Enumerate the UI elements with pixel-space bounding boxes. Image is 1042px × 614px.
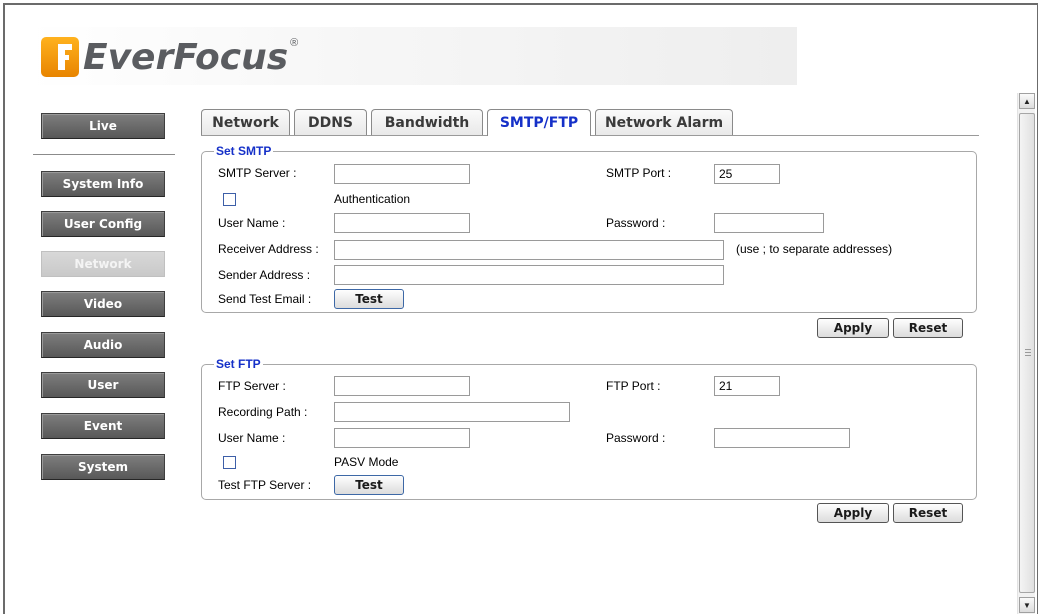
pasv-mode-checkbox[interactable]: [223, 456, 236, 469]
smtp-server-input[interactable]: [334, 164, 470, 184]
grip-line: [1025, 349, 1031, 350]
tab-network-alarm[interactable]: Network Alarm: [595, 109, 733, 135]
sidebar-item-audio[interactable]: Audio: [41, 332, 165, 358]
smtp-password-input[interactable]: [714, 213, 824, 233]
ftp-reset-button[interactable]: Reset: [893, 503, 963, 523]
smtp-reset-button[interactable]: Reset: [893, 318, 963, 338]
sidebar-item-live[interactable]: Live: [41, 113, 165, 139]
smtp-password-label: Password :: [606, 216, 666, 230]
ftp-legend: Set FTP: [214, 357, 263, 371]
recording-path-input[interactable]: [334, 402, 570, 422]
scroll-down-arrow-icon[interactable]: ▼: [1019, 597, 1035, 613]
scroll-up-arrow-icon[interactable]: ▲: [1019, 93, 1035, 109]
sidebar-item-event[interactable]: Event: [41, 413, 165, 439]
tab-smtp-ftp[interactable]: SMTP/FTP: [487, 109, 591, 136]
sidebar-item-network[interactable]: Network: [41, 251, 165, 277]
sender-address-label: Sender Address :: [218, 268, 311, 282]
sidebar-divider: [33, 154, 175, 155]
tab-bandwidth[interactable]: Bandwidth: [371, 109, 483, 135]
smtp-port-label: SMTP Port :: [606, 166, 672, 180]
ftp-server-label: FTP Server :: [218, 379, 286, 393]
smtp-legend: Set SMTP: [214, 144, 274, 158]
receiver-address-hint: (use ; to separate addresses): [736, 242, 893, 256]
sidebar-item-video[interactable]: Video: [41, 291, 165, 317]
sidebar-item-user-config[interactable]: User Config: [41, 211, 165, 237]
authentication-label: Authentication: [334, 192, 411, 206]
ftp-password-label: Password :: [606, 431, 666, 445]
smtp-port-input[interactable]: [714, 164, 780, 184]
ftp-username-input[interactable]: [334, 428, 470, 448]
everfocus-logo: EverFocus ®: [41, 35, 298, 79]
ftp-settings-group: Set FTP FTP Server : FTP Port : Recordin…: [201, 357, 977, 500]
ftp-port-label: FTP Port :: [606, 379, 661, 393]
ftp-test-button[interactable]: Test: [334, 475, 404, 495]
smtp-test-button[interactable]: Test: [334, 289, 404, 309]
sender-address-input[interactable]: [334, 265, 724, 285]
ftp-server-input[interactable]: [334, 376, 470, 396]
grip-line: [1025, 352, 1031, 353]
ftp-port-input[interactable]: [714, 376, 780, 396]
header-banner: EverFocus ®: [27, 27, 797, 85]
brand-name: EverFocus: [83, 36, 289, 78]
browser-frame: EverFocus ® Live System Info User Config…: [3, 3, 1038, 614]
everfocus-logo-icon: [41, 37, 79, 77]
vertical-scrollbar[interactable]: ▲ ▼: [1017, 93, 1035, 614]
pasv-mode-label: PASV Mode: [334, 455, 399, 469]
test-ftp-server-label: Test FTP Server :: [218, 478, 312, 492]
recording-path-label: Recording Path :: [218, 405, 308, 419]
smtp-username-input[interactable]: [334, 213, 470, 233]
ftp-username-label: User Name :: [218, 431, 286, 445]
sidebar-item-system[interactable]: System: [41, 454, 165, 480]
sidebar-item-user[interactable]: User: [41, 372, 165, 398]
receiver-address-input[interactable]: [334, 240, 724, 260]
ftp-apply-button[interactable]: Apply: [817, 503, 889, 523]
grip-line: [1025, 355, 1031, 356]
smtp-server-label: SMTP Server :: [218, 166, 297, 180]
receiver-address-label: Receiver Address :: [218, 242, 319, 256]
ftp-password-input[interactable]: [714, 428, 850, 448]
smtp-username-label: User Name :: [218, 216, 286, 230]
scrollbar-thumb[interactable]: [1019, 113, 1035, 593]
smtp-apply-button[interactable]: Apply: [817, 318, 889, 338]
tab-network[interactable]: Network: [201, 109, 290, 135]
smtp-settings-group: Set SMTP SMTP Server : SMTP Port : Authe…: [201, 144, 977, 313]
sidebar-item-system-info[interactable]: System Info: [41, 171, 165, 197]
registered-mark: ®: [290, 37, 299, 49]
tab-ddns[interactable]: DDNS: [294, 109, 367, 135]
authentication-checkbox[interactable]: [223, 193, 236, 206]
send-test-email-label: Send Test Email :: [218, 292, 312, 306]
